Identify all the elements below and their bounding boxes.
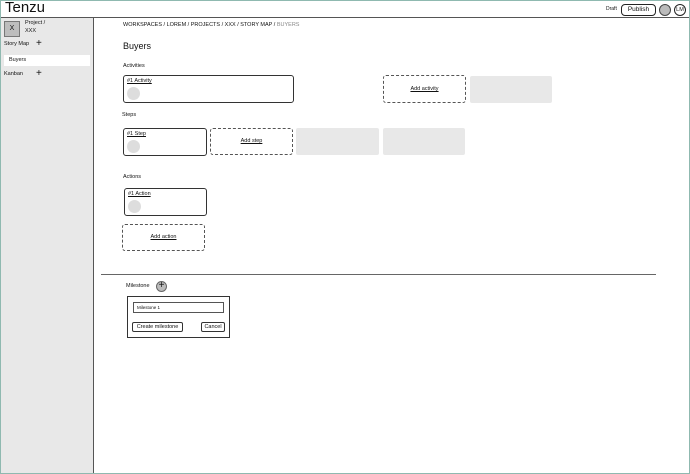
actions-label: Actions <box>123 174 142 180</box>
add-activity-label: Add activity <box>410 86 439 92</box>
milestone-form: Milestone 1 Create milestone Cancel <box>127 296 230 338</box>
sidebar-item-kanban[interactable]: Kanban <box>4 71 23 77</box>
action-card[interactable]: #1 Action <box>124 188 207 216</box>
status-label: Draft <box>606 6 617 12</box>
cancel-button[interactable]: Cancel <box>201 322 225 332</box>
section-divider <box>101 274 656 275</box>
publish-button[interactable]: Publish <box>621 4 656 16</box>
add-step-button[interactable]: Add step <box>210 128 293 155</box>
activity-card-title: #1 Activity <box>127 78 152 84</box>
assignee-avatar <box>127 87 140 100</box>
add-action-label: Add action <box>150 234 177 240</box>
top-bar: Tenzu Draft Publish LM <box>1 0 689 18</box>
sidebar-item-buyers[interactable]: Buyers <box>4 55 90 66</box>
action-card-title: #1 Action <box>128 191 151 197</box>
project-avatar[interactable]: X <box>4 21 20 37</box>
breadcrumb-current: BUYERS <box>275 22 300 28</box>
step-placeholder <box>383 128 465 155</box>
add-kanban-icon[interactable]: + <box>36 69 42 79</box>
add-step-label: Add step <box>240 138 263 144</box>
page-title: Buyers <box>123 41 152 51</box>
activity-placeholder <box>470 76 552 103</box>
breadcrumb-path[interactable]: WORKSPACES / LOREM / PROJECTS / XXX / ST… <box>123 22 275 28</box>
step-card-title: #1 Step <box>127 131 146 137</box>
add-story-map-icon[interactable]: + <box>36 39 42 49</box>
project-name-line1: Project / <box>25 20 46 26</box>
sidebar-item-story-map[interactable]: Story Map <box>4 41 29 47</box>
add-action-button[interactable]: Add action <box>122 224 205 251</box>
step-card[interactable]: #1 Step <box>123 128 207 156</box>
add-activity-button[interactable]: Add activity <box>383 75 466 103</box>
avatar-placeholder[interactable] <box>659 4 671 16</box>
activities-label: Activities <box>123 63 145 69</box>
project-name-line2: XXX <box>25 28 37 34</box>
step-placeholder <box>296 128 379 155</box>
app-frame <box>0 0 690 474</box>
activity-card[interactable]: #1 Activity <box>123 75 294 103</box>
project-name[interactable]: Project / XXX <box>25 19 65 35</box>
assignee-avatar <box>127 140 140 153</box>
create-milestone-button[interactable]: Create milestone <box>132 322 183 332</box>
milestone-label: Milestone <box>126 283 150 289</box>
milestone-name-input[interactable]: Milestone 1 <box>133 302 224 313</box>
assignee-avatar <box>128 200 141 213</box>
add-milestone-icon[interactable]: + <box>156 281 167 292</box>
sidebar: X Project / XXX Story Map + Buyers Kanba… <box>1 18 94 473</box>
brand-logo: Tenzu <box>5 0 46 16</box>
steps-label: Steps <box>122 112 137 118</box>
user-avatar[interactable]: LM <box>674 4 686 16</box>
breadcrumb: WORKSPACES / LOREM / PROJECTS / XXX / ST… <box>123 22 299 28</box>
